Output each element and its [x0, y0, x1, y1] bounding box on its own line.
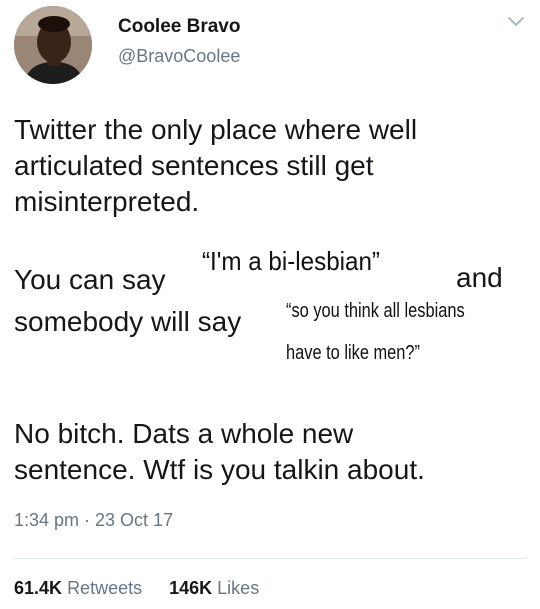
- tweet-text-line: You can say: [14, 264, 166, 295]
- pasted-quote-reply-line-2: have to like men?”: [286, 342, 421, 364]
- retweets-label: Retweets: [67, 578, 143, 598]
- tweet-text-line: sentence. Wtf is you talkin about.: [14, 454, 425, 485]
- tweet-timestamp[interactable]: 1:34 pm · 23 Oct 17: [14, 510, 173, 531]
- likes-stat[interactable]: 146K Likes: [169, 578, 259, 598]
- tweet-text-line: articulated sentences still get: [14, 150, 374, 181]
- tweet-text-line: misinterpreted.: [14, 186, 200, 217]
- retweets-count: 61.4K: [14, 578, 63, 598]
- tweet-text-line: No bitch. Dats a whole new: [14, 418, 354, 449]
- pasted-quote-bi-lesbian: “I'm a bi-lesbian”: [202, 246, 380, 276]
- tweet-text-line: Twitter the only place where well: [14, 114, 418, 145]
- author-handle[interactable]: @BravoCoolee: [118, 46, 240, 67]
- author-display-name[interactable]: Coolee Bravo: [118, 16, 240, 38]
- tweet-text-paragraph-3: No bitch. Dats a whole new sentence. Wtf…: [14, 416, 425, 488]
- tweet-text-paragraph-1: Twitter the only place where well articu…: [14, 112, 417, 220]
- avatar[interactable]: [14, 6, 92, 84]
- retweets-stat[interactable]: 61.4K Retweets: [14, 578, 147, 598]
- divider: [14, 558, 526, 559]
- likes-label: Likes: [217, 578, 260, 598]
- chevron-down-icon[interactable]: [505, 10, 527, 32]
- likes-count: 146K: [169, 578, 213, 598]
- tweet-text-word: and: [456, 262, 503, 293]
- tweet-stats: 61.4K Retweets 146K Likes: [14, 578, 259, 599]
- tweet-text-line: somebody will say: [14, 306, 242, 337]
- pasted-quote-reply-line-1: “so you think all lesbians: [286, 300, 465, 322]
